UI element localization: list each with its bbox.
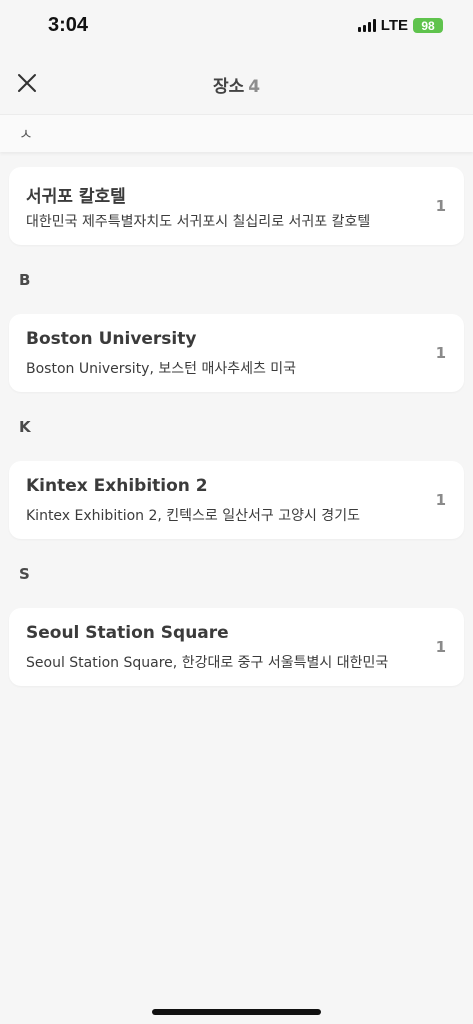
battery-icon: 98 (413, 18, 443, 33)
place-address: Kintex Exhibition 2, 킨텍스로 일산서구 고양시 경기도 (26, 508, 360, 524)
place-card[interactable]: 서귀포 칼호텔 대한민국 제주특별자치도 서귀포시 칠십리로 서귀포 칼호텔 1 (9, 167, 464, 245)
place-address: 대한민국 제주특별자치도 서귀포시 칠십리로 서귀포 칼호텔 (26, 214, 371, 230)
place-address: Seoul Station Square, 한강대로 중구 서울특별시 대한민국 (26, 655, 389, 671)
battery-level: 98 (421, 18, 435, 33)
place-address: Boston University, 보스턴 매사추세츠 미국 (26, 361, 297, 377)
status-time: 3:04 (48, 14, 89, 36)
place-count: 4 (248, 77, 261, 97)
status-indicators: LTE 98 (357, 17, 443, 34)
place-card[interactable]: Boston University Boston University, 보스턴… (9, 314, 464, 392)
place-title: 서귀포 칼호텔 (26, 187, 126, 207)
home-indicator[interactable] (152, 1009, 321, 1015)
network-type: LTE (380, 17, 408, 34)
place-count-badge: 1 (435, 638, 446, 656)
status-bar: 3:04 LTE 98 (0, 0, 473, 54)
place-count-badge: 1 (435, 491, 446, 509)
place-card[interactable]: Seoul Station Square Seoul Station Squar… (9, 608, 464, 686)
place-title: Boston University (26, 329, 197, 349)
place-card[interactable]: Kintex Exhibition 2 Kintex Exhibition 2,… (9, 461, 464, 539)
page-title: 장소 4 (0, 72, 473, 97)
section-header-sticky: ㅅ (0, 114, 473, 152)
place-title: Seoul Station Square (26, 623, 229, 643)
place-count-badge: 1 (435, 344, 446, 362)
navigation-bar: 장소 4 (0, 60, 473, 106)
section-label: B (19, 271, 31, 289)
place-count-badge: 1 (435, 197, 446, 215)
section-label: K (19, 418, 31, 436)
section-label: ㅅ (19, 125, 33, 143)
place-title: Kintex Exhibition 2 (26, 476, 208, 496)
signal-icon (357, 19, 376, 32)
page-title-text: 장소 (212, 77, 245, 97)
section-label: S (19, 565, 30, 583)
